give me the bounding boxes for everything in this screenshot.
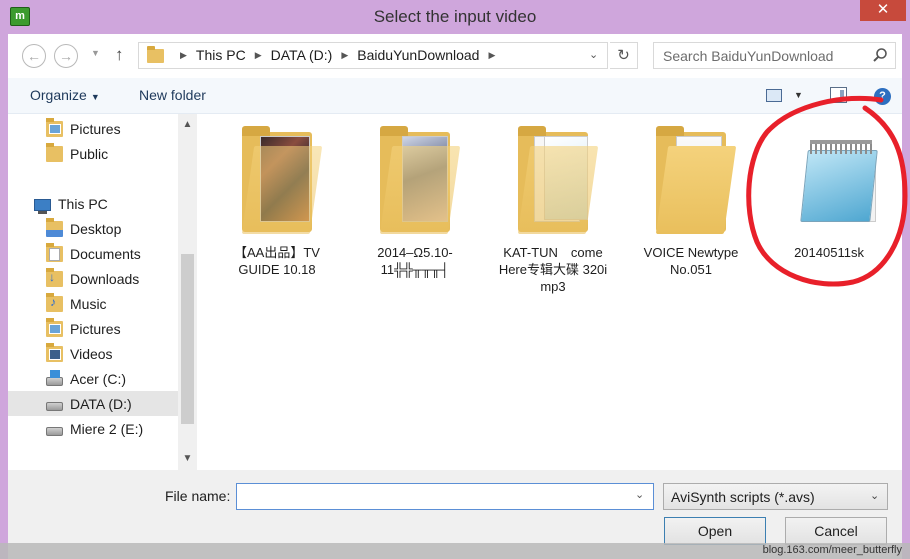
file-type-value: AviSynth scripts (*.avs) (671, 489, 815, 505)
folder-icon (238, 122, 323, 234)
sidebar-item-label: Public (70, 145, 109, 162)
sidebar-item-pictures[interactable]: Pictures (8, 116, 178, 141)
forward-button[interactable]: → (54, 44, 78, 68)
sidebar-item-label: Music (70, 295, 107, 312)
recent-locations-dropdown[interactable]: ▼ (91, 48, 100, 58)
file-item-folder-2014[interactable]: 2014–Ω5.10-11╬╬╥╥╥┤ (355, 122, 475, 278)
scroll-down-arrow[interactable]: ▼ (178, 450, 197, 468)
scroll-up-arrow[interactable]: ▲ (178, 116, 197, 134)
sidebar-item-music[interactable]: Music (8, 291, 178, 316)
up-button[interactable]: ↑ (115, 45, 124, 65)
watermark-bar: blog.163.com/meer_butterfly (0, 543, 910, 559)
sidebar-item-documents[interactable]: Documents (8, 241, 178, 266)
sidebar-item-this-pc[interactable]: This PC (8, 191, 178, 216)
sidebar-item-label: This PC (58, 195, 108, 212)
music-folder-icon (46, 292, 63, 312)
file-name: 【AA出品】TV GUIDE 10.18 (234, 245, 320, 277)
sidebar-item-data-d[interactable]: DATA (D:) (8, 391, 178, 416)
file-name-input[interactable] (237, 484, 627, 509)
search-input[interactable] (654, 43, 864, 68)
chevron-down-icon[interactable]: ⌄ (635, 488, 644, 501)
sidebar-item-desktop[interactable]: Desktop (8, 216, 178, 241)
navigation-pane: Pictures Public This PC Desktop Document… (8, 114, 197, 470)
red-annotation-circle (746, 95, 908, 287)
documents-folder-icon (46, 242, 63, 262)
sidebar-item-label: Miere 2 (E:) (70, 420, 144, 437)
videos-folder-icon (46, 342, 63, 362)
chevron-right-icon[interactable]: ▶ (341, 50, 348, 61)
address-bar[interactable]: ▶ This PC ▶ DATA (D:) ▶ BaiduYunDownload… (138, 42, 608, 69)
close-button[interactable]: ✕ (860, 0, 906, 21)
sidebar-item-pictures-2[interactable]: Pictures (8, 316, 178, 341)
breadcrumb-data-drive[interactable]: DATA (D:) (271, 47, 333, 63)
chevron-right-icon[interactable]: ▶ (255, 50, 262, 61)
folder-icon (46, 142, 63, 162)
sidebar-item-label: Pictures (70, 320, 121, 337)
sidebar-item-label: Downloads (70, 270, 140, 287)
chevron-down-icon: ▼ (90, 92, 100, 102)
title-bar: m Select the input video ✕ (0, 0, 910, 34)
chevron-down-icon[interactable]: ⌄ (589, 48, 598, 61)
sidebar-item-label: Desktop (70, 220, 122, 237)
sidebar-item-label: DATA (D:) (70, 395, 132, 412)
sidebar-item-public[interactable]: Public (8, 141, 178, 166)
refresh-button[interactable]: ↻ (610, 42, 638, 69)
navigation-bar: ← → ▼ ↑ ▶ This PC ▶ DATA (D:) ▶ BaiduYun… (8, 34, 902, 78)
file-name: VOICE Newtype No.051 (643, 245, 739, 277)
file-item-folder-kat-tun[interactable]: KAT-TUN come Here专辑大碟 320i mp3 (493, 122, 613, 295)
file-item-folder-tv-guide[interactable]: 【AA出品】TV GUIDE 10.18 (217, 122, 337, 278)
folder-icon (514, 122, 599, 234)
chevron-down-icon: ⌄ (870, 490, 880, 502)
downloads-folder-icon (46, 267, 63, 287)
search-icon[interactable] (872, 47, 888, 63)
chevron-right-icon[interactable]: ▶ (488, 50, 495, 61)
sidebar-item-label: Videos (70, 345, 113, 362)
computer-icon (34, 198, 51, 214)
window-title: Select the input video (373, 7, 537, 26)
back-button[interactable]: ← (22, 44, 46, 68)
desktop-folder-icon (46, 217, 63, 237)
folder-icon (147, 46, 164, 63)
chevron-right-icon[interactable]: ▶ (180, 50, 187, 61)
file-item-folder-voice-newtype[interactable]: VOICE Newtype No.051 (631, 122, 751, 278)
scroll-thumb[interactable] (181, 254, 194, 424)
breadcrumb-baiduyundownload[interactable]: BaiduYunDownload (357, 47, 479, 63)
breadcrumb-this-pc[interactable]: This PC (196, 47, 246, 63)
file-type-select[interactable]: AviSynth scripts (*.avs) ⌄ (663, 483, 888, 510)
cancel-button[interactable]: Cancel (785, 517, 887, 545)
sidebar-item-downloads[interactable]: Downloads (8, 266, 178, 291)
organize-label: Organize (30, 87, 87, 103)
breadcrumb: ▶ This PC ▶ DATA (D:) ▶ BaiduYunDownload… (171, 47, 504, 63)
watermark-text: blog.163.com/meer_butterfly (762, 544, 902, 556)
system-drive-icon (46, 370, 63, 386)
file-name-label: File name: (165, 488, 231, 504)
new-folder-button[interactable]: New folder (139, 87, 206, 103)
folder-icon (652, 122, 737, 234)
folder-icon (376, 122, 461, 234)
sidebar-item-acer-c[interactable]: Acer (C:) (8, 366, 178, 391)
pictures-folder-icon (46, 317, 63, 337)
drive-icon (46, 402, 63, 411)
navigation-scrollbar[interactable]: ▲ ▼ (178, 114, 197, 470)
open-button[interactable]: Open (664, 517, 766, 545)
sidebar-item-label: Acer (C:) (70, 370, 126, 387)
pictures-folder-icon (46, 117, 63, 137)
file-name: 2014–Ω5.10-11╬╬╥╥╥┤ (377, 245, 453, 277)
organize-button[interactable]: Organize ▼ (30, 87, 100, 103)
sidebar-item-label: Pictures (70, 120, 121, 137)
drive-icon (46, 427, 63, 436)
sidebar-item-label: Documents (70, 245, 141, 262)
file-name-combobox[interactable]: ⌄ (236, 483, 654, 510)
sidebar-item-miere-e[interactable]: Miere 2 (E:) (8, 416, 178, 441)
file-name: KAT-TUN come Here专辑大碟 320i mp3 (498, 245, 608, 294)
search-box (653, 42, 896, 69)
sidebar-item-videos[interactable]: Videos (8, 341, 178, 366)
